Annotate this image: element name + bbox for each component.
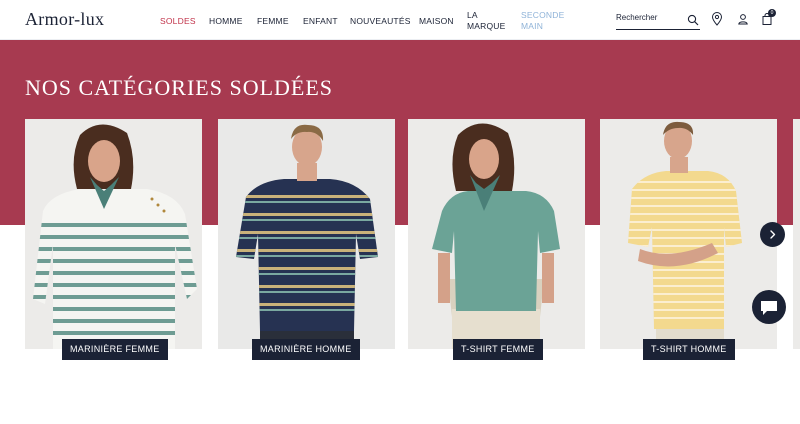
next-category-card-edge[interactable] (793, 119, 800, 349)
brand-logo[interactable]: Armor-lux (25, 9, 104, 30)
tshirt-homme-image (600, 119, 777, 349)
category-card-tshirt-femme[interactable] (408, 119, 585, 349)
nav-enfant[interactable]: ENFANT (303, 16, 338, 27)
mariniere-femme-image (25, 119, 202, 349)
tshirt-femme-image (408, 119, 585, 349)
nav-homme[interactable]: HOMME (209, 16, 243, 27)
carousel-next-button[interactable] (760, 222, 785, 247)
search-icon[interactable] (687, 13, 699, 31)
category-label-mariniere-homme[interactable]: MARINIÈRE HOMME (252, 339, 360, 360)
category-card-mariniere-homme[interactable] (218, 119, 395, 349)
nav-la-marque-line2: MARQUE (467, 21, 506, 31)
search-input[interactable] (616, 13, 682, 22)
nav-femme[interactable]: FEMME (257, 16, 289, 27)
category-label-tshirt-femme[interactable]: T-SHIRT FEMME (453, 339, 543, 360)
chevron-right-icon (770, 230, 776, 239)
cart-count-badge: 0 (768, 9, 776, 17)
nav-seconde-main-line1: SECONDE (521, 10, 565, 20)
mariniere-homme-image (218, 119, 395, 349)
nav-la-marque[interactable]: LA MARQUE (467, 10, 506, 32)
category-label-mariniere-femme[interactable]: MARINIÈRE FEMME (62, 339, 168, 360)
page-title: NOS CATÉGORIES SOLDÉES (25, 75, 334, 100)
site-header: Armor-lux SOLDES HOMME FEMME ENFANT NOUV… (0, 0, 800, 40)
nav-soldes[interactable]: SOLDES (160, 16, 196, 27)
search-box (616, 12, 700, 30)
chat-button[interactable] (752, 290, 786, 324)
nav-seconde-main[interactable]: SECONDE MAIN (521, 10, 564, 32)
chat-bubble-icon (761, 301, 777, 315)
category-label-tshirt-homme[interactable]: T-SHIRT HOMME (643, 339, 735, 360)
nav-seconde-main-line2: MAIN (521, 21, 544, 31)
category-card-mariniere-femme[interactable] (25, 119, 202, 349)
category-card-tshirt-homme[interactable] (600, 119, 777, 349)
nav-la-marque-line1: LA (467, 10, 478, 20)
location-pin-icon[interactable] (711, 12, 725, 26)
account-icon[interactable] (737, 12, 751, 26)
nav-nouveautes[interactable]: NOUVEAUTÉS (350, 16, 411, 27)
nav-maison[interactable]: MAISON (419, 16, 454, 27)
